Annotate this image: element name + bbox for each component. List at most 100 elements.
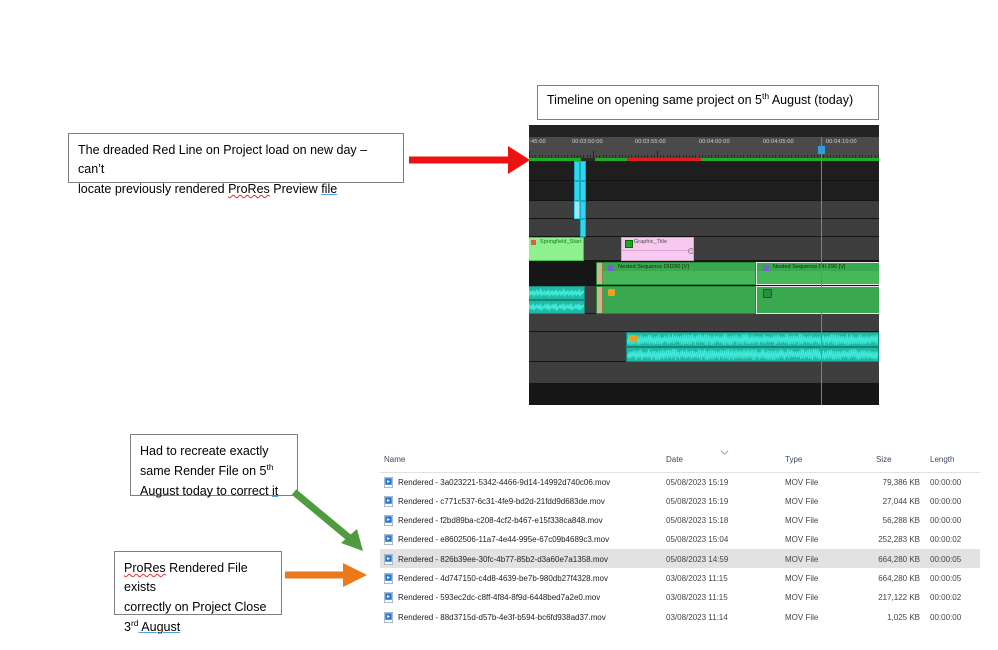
file-list-row[interactable]: Rendered - 4d747150-c4d8-4639-be7b-980db…: [380, 569, 980, 588]
timeline-track-empty-3[interactable]: [529, 384, 879, 405]
file-date-cell: 05/08/2023 15:19: [666, 496, 729, 506]
callout-recreate-line1: Had to recreate exactly: [140, 444, 269, 458]
column-header-name[interactable]: Name: [384, 455, 405, 464]
clip-fx-badge-icon: [608, 264, 614, 271]
callout-prores-note: ProRes Rendered File exists correctly on…: [114, 551, 282, 634]
file-length-cell: 00:00:02: [930, 535, 962, 545]
file-size-cell: 217,122 KB: [878, 593, 920, 603]
timeline-clip-springfield-start[interactable]: Springfield_Start: [529, 237, 584, 261]
file-list-row[interactable]: Rendered - f2bd89ba-c208-4cf2-b467-e15f3…: [380, 511, 980, 530]
timeline-track-v4[interactable]: [529, 161, 879, 181]
file-list-row[interactable]: Rendered - e8602506-11a7-4e44-995e-67c09…: [380, 530, 980, 549]
clip-keyframe-handle[interactable]: [688, 247, 693, 254]
file-list[interactable]: Name Date Type Size Length Rendered - 3a…: [380, 450, 980, 630]
file-type-cell: MOV File: [785, 554, 819, 564]
timeline-clip-nested-sequence-b[interactable]: Nested Sequence DII 290 [V]: [756, 262, 879, 285]
file-length-cell: 00:00:00: [930, 496, 962, 506]
clip-audio-transition-handle[interactable]: [597, 287, 603, 313]
clip-audio-fx-badge-icon-b: [763, 289, 772, 298]
mov-file-icon: [384, 553, 393, 565]
timeline-track-audio-long[interactable]: [529, 332, 879, 362]
timeline-clip-audio-a2[interactable]: [529, 300, 585, 314]
timeline-clip-nested-audio-a[interactable]: [596, 286, 756, 314]
callout-recreate-line2-pre: same Render File on 5: [140, 464, 267, 479]
timeline-ruler[interactable]: 00:03:45:00 00:03:50:00 00:03:55:00 00:04:0…: [529, 137, 879, 158]
timeline-clip-label-springfield: Springfield_Start: [540, 239, 582, 245]
timeline-clip-audio-a1[interactable]: [529, 286, 585, 300]
column-header-date[interactable]: Date: [666, 455, 683, 464]
timeline-clip-nested-audio-b[interactable]: [756, 286, 879, 314]
callout-recreate-line3: August today to correct it: [140, 482, 288, 501]
timeline-clip-audio-long-bottom[interactable]: [626, 347, 879, 362]
timeline-timecode-label: 00:03:45:00: [529, 139, 546, 145]
file-name-cell: Rendered - c771c537-6c31-4fe9-bd2d-21fdd…: [398, 496, 605, 506]
timeline-clip-cyan-d[interactable]: [580, 181, 586, 201]
timeline-tick: [529, 151, 530, 158]
file-name-cell: Rendered - 4d747150-c4d8-4639-be7b-980db…: [398, 574, 608, 583]
file-list-row[interactable]: Rendered - 3a023221-5342-4466-9d14-14992…: [380, 472, 980, 491]
timeline-timecode-label: 00:03:50:00: [572, 139, 603, 145]
callout-prores-line3-sup: rd: [130, 618, 139, 629]
timeline-track-empty-1[interactable]: [529, 314, 879, 332]
timeline-track-v1[interactable]: Springfield_Start Graphic_Title: [529, 237, 879, 261]
timeline-playhead[interactable]: [821, 137, 822, 405]
file-type-cell: MOV File: [785, 593, 819, 603]
callout-recreate-note: Had to recreate exactly same Render File…: [130, 434, 298, 498]
timeline-tracks: Springfield_Start Graphic_Title Nested S…: [529, 161, 879, 405]
waveform-icon-2: [529, 302, 584, 311]
file-list-row[interactable]: Rendered - c771c537-6c31-4fe9-bd2d-21fdd…: [380, 491, 980, 510]
column-header-size[interactable]: Size: [876, 455, 892, 464]
callout-prores-line1: ProRes Rendered File exists: [124, 559, 272, 598]
timeline-clip-label-nested-b: Nested Sequence DII 290 [V]: [773, 264, 846, 270]
timeline-clip-graphic-title[interactable]: Graphic_Title: [621, 237, 694, 261]
callout-red-line-line2-a: locate previously rendered: [78, 181, 229, 196]
mov-file-icon: [384, 592, 393, 604]
waveform-icon-long-top: [627, 333, 878, 346]
timeline-track-empty-2[interactable]: [529, 362, 879, 384]
timeline-clip-cyan-g[interactable]: [580, 219, 586, 237]
mov-file-icon: [384, 495, 393, 507]
clip-transition-handle[interactable]: [597, 263, 603, 284]
file-length-cell: 00:00:00: [930, 516, 962, 526]
timeline-track-v2b[interactable]: [529, 201, 879, 219]
waveform-icon: [529, 288, 584, 297]
file-list-row[interactable]: Rendered - 593ec2dc-c8ff-4f84-8f9d-6448b…: [380, 588, 980, 607]
column-header-type[interactable]: Type: [785, 455, 802, 464]
file-type-cell: MOV File: [785, 535, 819, 545]
mov-file-icon: [384, 534, 393, 546]
file-date-cell: 05/08/2023 15:19: [666, 477, 729, 487]
callout-prores-line3: 3rd August: [124, 617, 272, 638]
timeline-clip-nested-sequence-a[interactable]: Nested Sequence DII290 [V]: [596, 262, 756, 285]
callout-red-line-line2-b: Preview: [269, 181, 322, 196]
mov-file-icon: [384, 515, 393, 527]
file-length-cell: 00:00:00: [930, 477, 962, 487]
timeline-track-audio-1[interactable]: [529, 286, 879, 314]
timeline-track-v2a[interactable]: [529, 219, 879, 237]
timeline-timecode-label: 00:04:05:00: [763, 139, 794, 145]
mov-file-icon: [384, 611, 393, 623]
mov-file-icon: [384, 573, 393, 584]
timeline-clip-audio-long-top[interactable]: [626, 332, 879, 347]
file-list-row[interactable]: Rendered - 88d3715d-d57b-4e3f-b594-bc6fd…: [380, 607, 980, 626]
file-size-cell: 56,288 KB: [882, 516, 920, 526]
timeline-clip-cyan-f[interactable]: [580, 201, 586, 219]
timeline-track-nested-video[interactable]: Nested Sequence DII290 [V] Nested Sequen…: [529, 261, 879, 286]
callout-recreate-it: it: [272, 483, 279, 498]
file-list-row[interactable]: Rendered - 826b39ee-30fc-4b77-85b2-d3a60…: [380, 549, 980, 569]
timeline-track-v3[interactable]: [529, 181, 879, 201]
file-size-cell: 252,283 KB: [878, 535, 920, 545]
callout-prores-august: August: [138, 620, 181, 635]
file-length-cell: 00:00:00: [930, 612, 962, 622]
file-date-cell: 05/08/2023 15:18: [666, 516, 729, 526]
clip-audio-transition-handle-b[interactable]: [757, 287, 758, 313]
timeline-clip-label-nested-a: Nested Sequence DII290 [V]: [618, 264, 689, 270]
file-size-cell: 664,280 KB: [878, 574, 920, 583]
timeline-panel[interactable]: 00:03:45:00 00:03:50:00 00:03:55:00 00:04:0…: [529, 125, 879, 405]
file-name-cell: Rendered - f2bd89ba-c208-4cf2-b467-e15f3…: [398, 516, 603, 526]
file-size-cell: 79,386 KB: [882, 477, 920, 487]
callout-recreate-line2: same Render File on 5th: [140, 461, 288, 482]
chevron-down-icon: [720, 450, 729, 456]
file-date-cell: 03/08/2023 11:14: [666, 612, 728, 622]
column-header-length[interactable]: Length: [930, 455, 954, 464]
timeline-clip-cyan-b[interactable]: [580, 161, 586, 181]
